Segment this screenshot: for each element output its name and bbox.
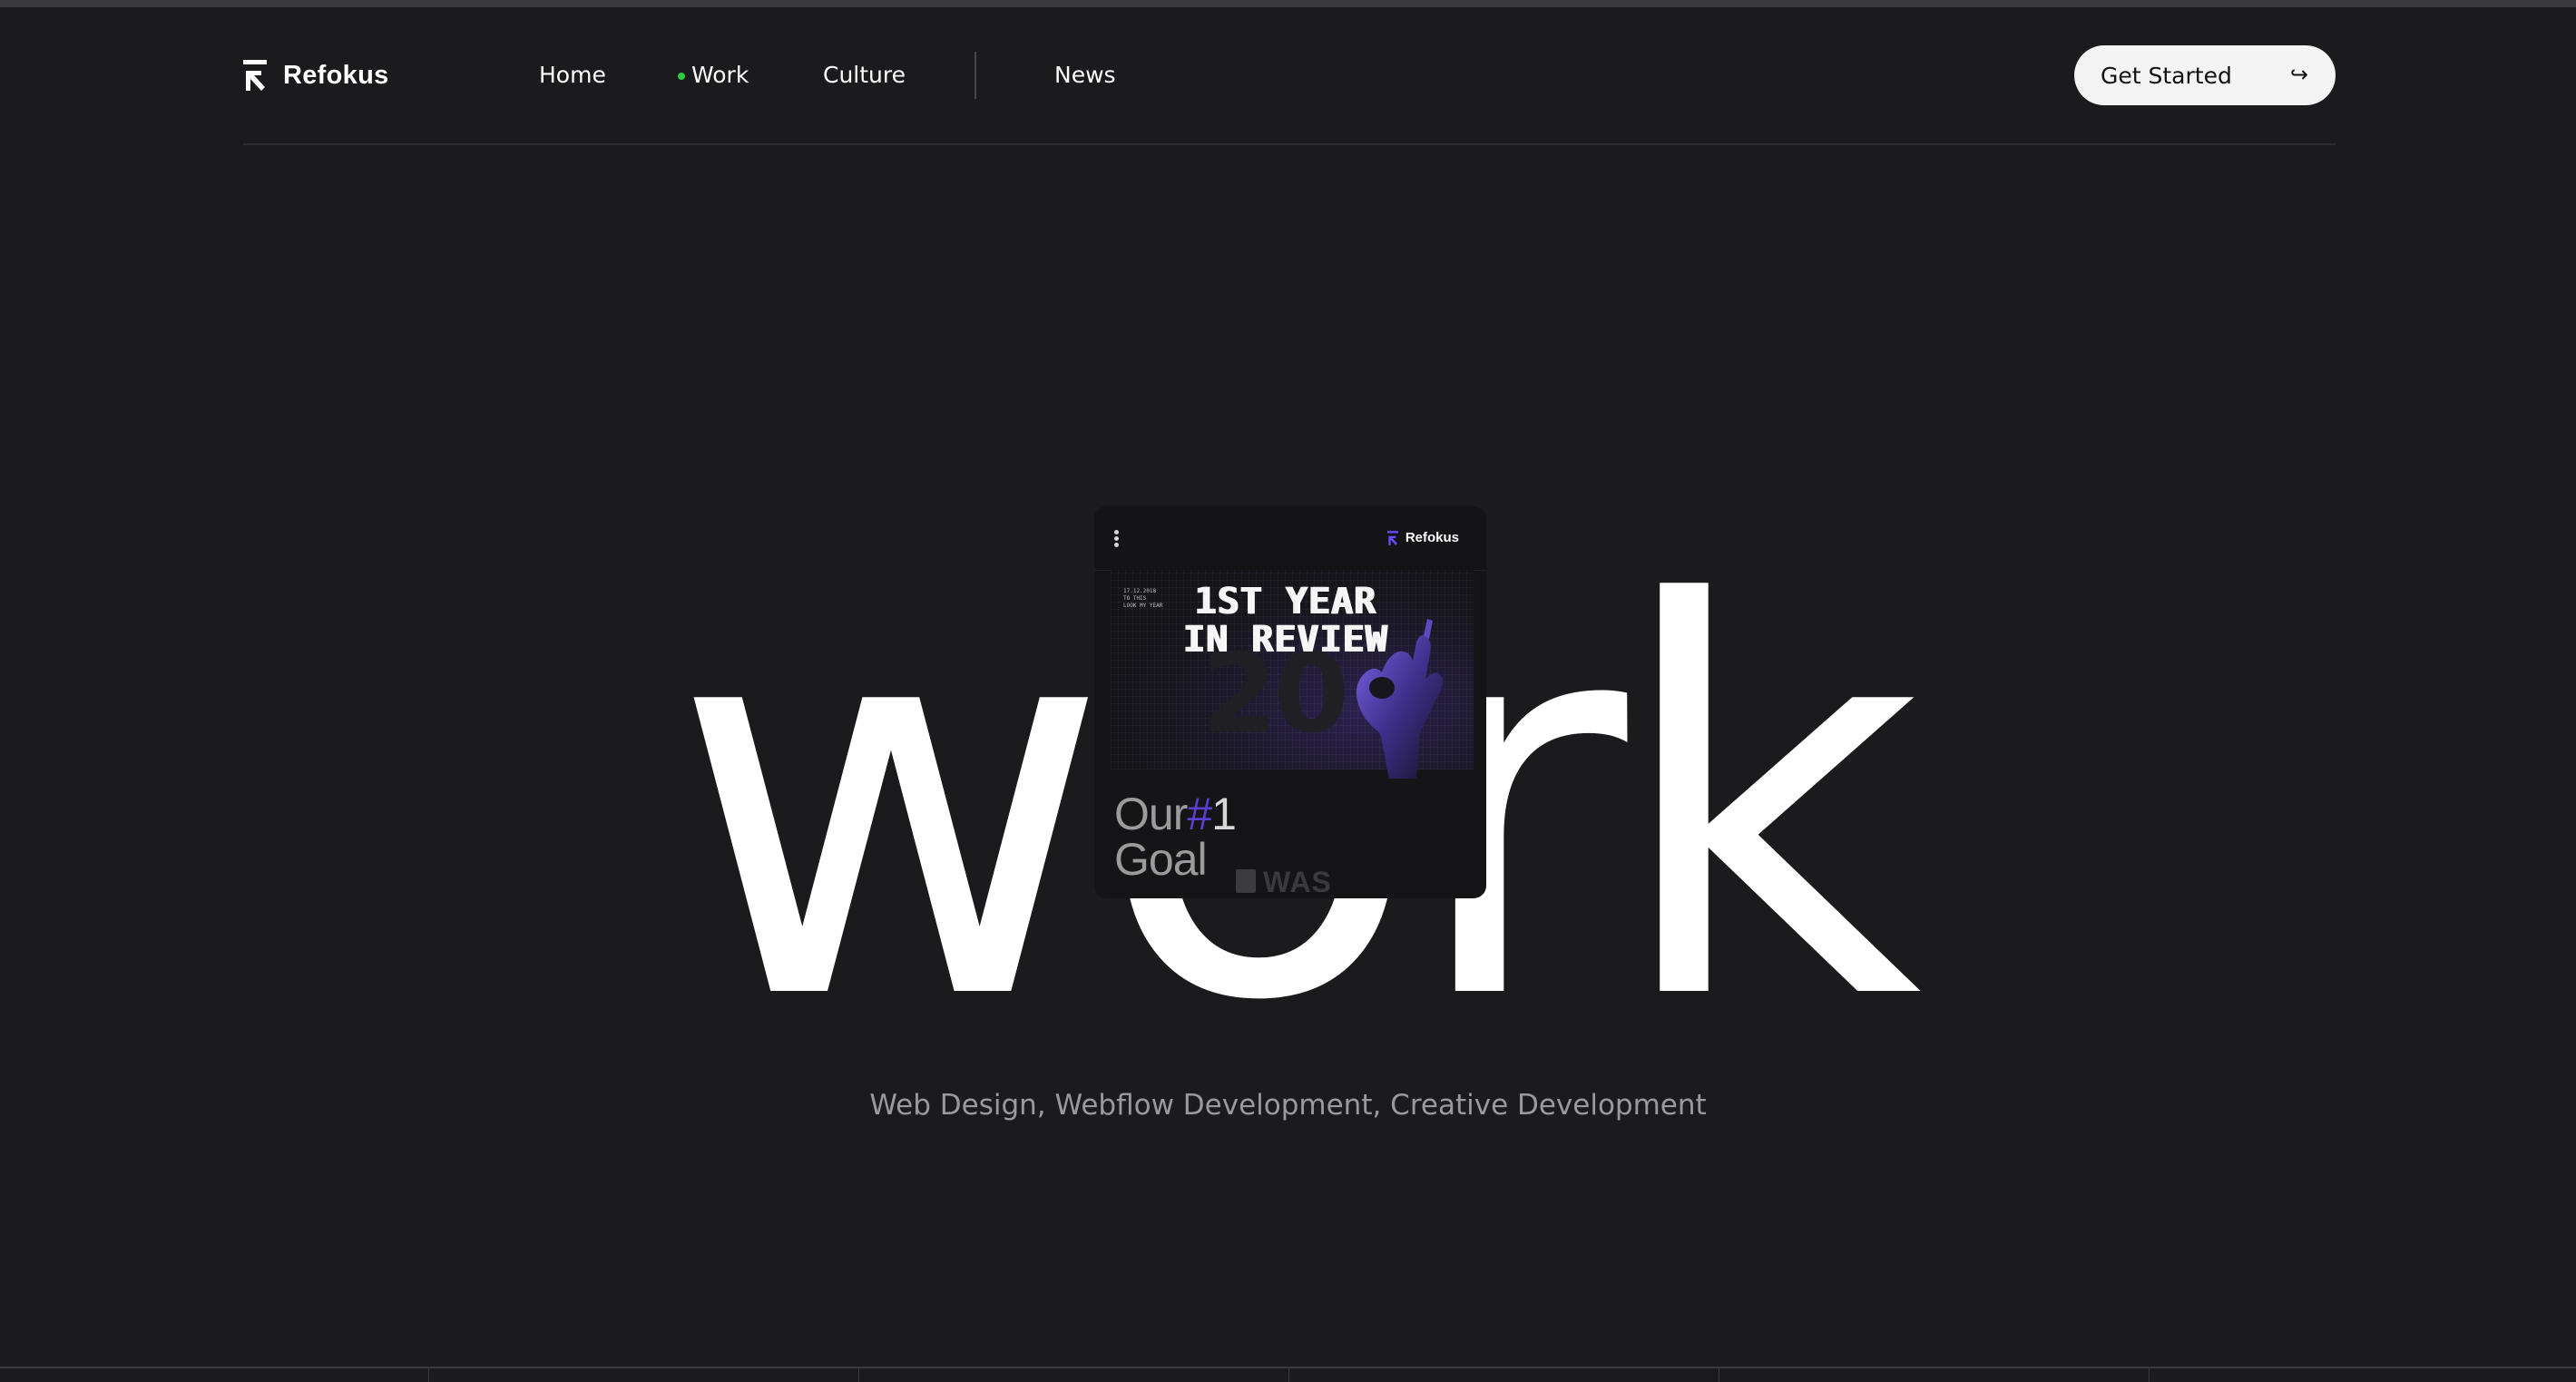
goal-word-our: Our: [1114, 789, 1188, 839]
card-title-line-2: IN REVIEW: [1182, 619, 1387, 661]
goal-word-goal: Goal: [1114, 834, 1208, 885]
card-brand: Refokus: [1386, 530, 1459, 545]
hero-subtitle: Web Design, Webflow Development, Creativ…: [869, 1089, 1707, 1122]
card-faded-text: WAS: [1263, 866, 1332, 898]
grid-tick: [858, 1367, 859, 1382]
kebab-menu-icon: [1114, 530, 1120, 548]
card-title: 1ST YEAR IN REVIEW: [1149, 583, 1421, 659]
goal-number: 1: [1211, 789, 1237, 839]
goal-hash: #: [1187, 789, 1212, 839]
card-goal-text: Our#1 Goal: [1114, 789, 1237, 885]
grid-tick: [428, 1367, 429, 1382]
card-logo-icon: [1386, 530, 1398, 545]
card-title-line-1: 1ST YEAR: [1193, 581, 1376, 622]
card-faded-icon: [1236, 869, 1256, 893]
case-study-thumbnail[interactable]: Refokus 17.12.2018 TO THIS LOOK MY YEAR …: [1094, 506, 1486, 898]
grid-tick: [1288, 1367, 1289, 1382]
card-brand-name: Refokus: [1405, 530, 1459, 545]
grid-tick: [2149, 1367, 2150, 1382]
